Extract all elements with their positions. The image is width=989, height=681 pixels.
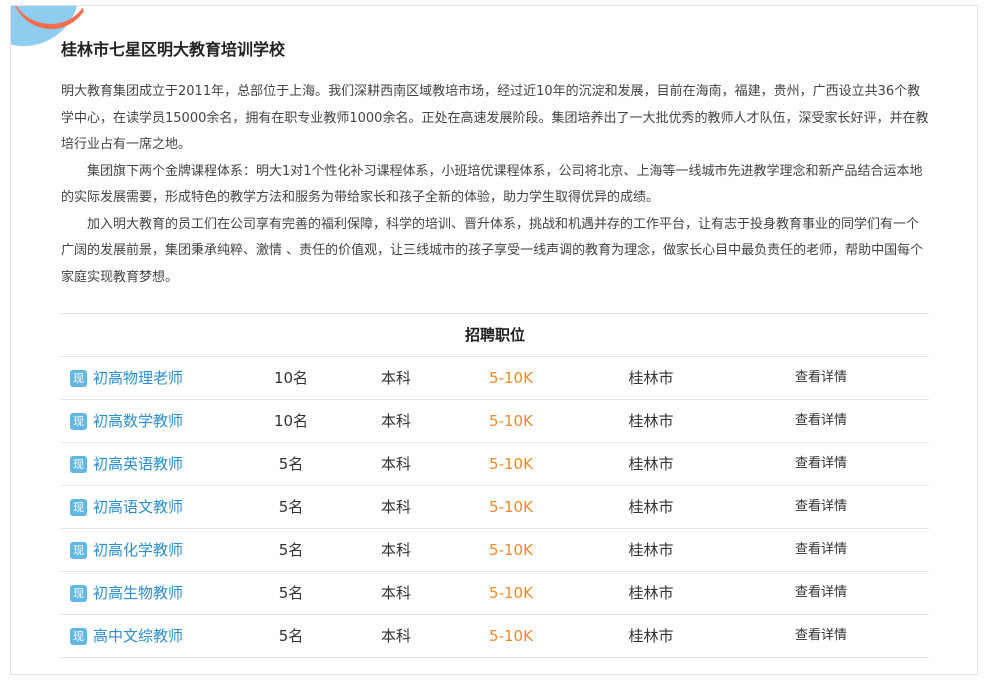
job-list-header: 招聘职位 — [61, 313, 929, 357]
job-city: 桂林市 — [628, 412, 674, 430]
view-details-link[interactable]: 查看详情 — [781, 486, 861, 528]
job-city: 桂林市 — [628, 455, 674, 473]
job-salary: 5-10K — [489, 369, 533, 387]
view-details-link[interactable]: 查看详情 — [781, 572, 861, 614]
badge-icon: 现 — [70, 370, 87, 387]
job-education: 本科 — [380, 412, 411, 430]
job-title-link[interactable]: 初高化学教师 — [93, 529, 183, 571]
view-details-link[interactable]: 查看详情 — [781, 400, 861, 442]
job-city: 桂林市 — [628, 584, 674, 602]
job-count: 5名 — [278, 455, 304, 473]
job-title-link[interactable]: 初高物理老师 — [93, 357, 183, 399]
job-count: 10名 — [273, 412, 309, 430]
job-row: 现 初高语文教师 5名 本科 5-10K 桂林市 查看详情 — [61, 486, 929, 529]
job-education: 本科 — [380, 369, 411, 387]
job-city: 桂林市 — [628, 369, 674, 387]
intro-paragraph: 加入明大教育的员工们在公司享有完善的福利保障，科学的培训、晋升体系，挑战和机遇并… — [61, 216, 924, 285]
view-details-link[interactable]: 查看详情 — [781, 357, 861, 399]
job-title-link[interactable]: 初高生物教师 — [93, 572, 183, 614]
job-count: 5名 — [278, 541, 304, 559]
job-title-link[interactable]: 初高数学教师 — [93, 400, 183, 442]
badge-icon: 现 — [70, 456, 87, 473]
job-city: 桂林市 — [628, 498, 674, 516]
view-details-link[interactable]: 查看详情 — [781, 529, 861, 571]
job-count: 5名 — [278, 498, 304, 516]
job-salary: 5-10K — [489, 584, 533, 602]
job-row: 现 初高物理老师 10名 本科 5-10K 桂林市 查看详情 — [61, 357, 929, 400]
job-title-link[interactable]: 初高语文教师 — [93, 486, 183, 528]
job-row: 现 高中文综教师 5名 本科 5-10K 桂林市 查看详情 — [61, 615, 929, 658]
badge-icon: 现 — [70, 499, 87, 516]
view-details-link[interactable]: 查看详情 — [781, 443, 861, 485]
job-salary: 5-10K — [489, 541, 533, 559]
badge-icon: 现 — [70, 628, 87, 645]
job-title-link[interactable]: 高中文综教师 — [93, 615, 183, 657]
job-education: 本科 — [380, 455, 411, 473]
job-city: 桂林市 — [628, 627, 674, 645]
school-card: 桂林市七星区明大教育培训学校 明大教育集团成立于2011年，总部位于上海。我们深… — [10, 5, 978, 675]
job-education: 本科 — [380, 498, 411, 516]
view-details-link[interactable]: 查看详情 — [781, 615, 861, 657]
job-salary: 5-10K — [489, 455, 533, 473]
job-education: 本科 — [380, 627, 411, 645]
page-title: 桂林市七星区明大教育培训学校 — [61, 40, 286, 59]
job-count: 10名 — [273, 369, 309, 387]
badge-icon: 现 — [70, 413, 87, 430]
job-row: 现 初高化学教师 5名 本科 5-10K 桂林市 查看详情 — [61, 529, 929, 572]
job-salary: 5-10K — [489, 627, 533, 645]
job-list: 招聘职位 现 初高物理老师 10名 本科 5-10K 桂林市 查看详情 现 初高… — [61, 313, 929, 658]
job-count: 5名 — [278, 627, 304, 645]
intro-paragraph: 集团旗下两个金牌课程体系：明大1对1个性化补习课程体系，小班培优课程体系，公司将… — [61, 163, 923, 206]
job-salary: 5-10K — [489, 498, 533, 516]
job-salary: 5-10K — [489, 412, 533, 430]
job-education: 本科 — [380, 584, 411, 602]
school-intro: 明大教育集团成立于2011年，总部位于上海。我们深耕西南区域教培市场，经过近10… — [61, 79, 931, 291]
job-count: 5名 — [278, 584, 304, 602]
job-title-link[interactable]: 初高英语教师 — [93, 443, 183, 485]
job-row: 现 初高数学教师 10名 本科 5-10K 桂林市 查看详情 — [61, 400, 929, 443]
intro-paragraph: 明大教育集团成立于2011年，总部位于上海。我们深耕西南区域教培市场，经过近10… — [61, 84, 929, 152]
job-row: 现 初高生物教师 5名 本科 5-10K 桂林市 查看详情 — [61, 572, 929, 615]
job-row: 现 初高英语教师 5名 本科 5-10K 桂林市 查看详情 — [61, 443, 929, 486]
job-education: 本科 — [380, 541, 411, 559]
badge-icon: 现 — [70, 542, 87, 559]
badge-icon: 现 — [70, 585, 87, 602]
job-city: 桂林市 — [628, 541, 674, 559]
